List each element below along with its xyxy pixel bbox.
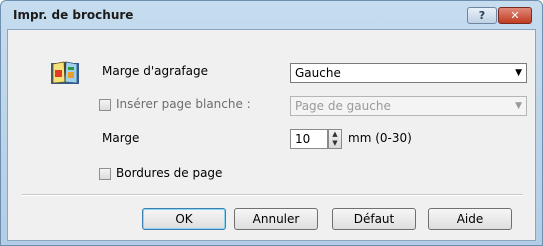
page-borders-label: Bordures de page	[116, 166, 223, 180]
default-button[interactable]: Défaut	[332, 208, 416, 230]
ok-button[interactable]: OK	[142, 208, 226, 230]
dialog-title: Impr. de brochure	[13, 8, 134, 22]
stapling-margin-select[interactable]: Gauche ▼	[290, 63, 527, 83]
brochure-dialog: Impr. de brochure ? ✕ Marge d'agrafage G…	[0, 0, 543, 246]
margin-unit-label: mm (0-30)	[348, 131, 412, 145]
chevron-down-icon: ▼	[515, 68, 522, 78]
page-borders-checkbox[interactable]	[99, 168, 111, 180]
margin-stepper[interactable]: ▲ ▼	[328, 129, 342, 149]
stepper-down-icon[interactable]: ▼	[329, 139, 341, 148]
stepper-up-icon[interactable]: ▲	[329, 130, 341, 139]
stapling-margin-label: Marge d'agrafage	[102, 64, 208, 78]
help-dialog-button[interactable]: Aide	[428, 208, 512, 230]
stapling-margin-value: Gauche	[295, 66, 341, 80]
margin-input[interactable]: 10	[290, 129, 328, 149]
title-bar[interactable]: Impr. de brochure ? ✕	[1, 1, 542, 29]
blank-page-position-value: Page de gauche	[295, 99, 391, 113]
insert-blank-page-label: Insérer page blanche :	[116, 97, 251, 111]
blank-page-position-select[interactable]: Page de gauche ▼	[290, 96, 527, 116]
insert-blank-page-checkbox[interactable]	[99, 99, 111, 111]
help-button[interactable]: ?	[467, 7, 497, 24]
close-button[interactable]: ✕	[498, 7, 532, 24]
brochure-book-icon	[51, 61, 79, 84]
cancel-button[interactable]: Annuler	[234, 208, 318, 230]
dialog-client-area: Marge d'agrafage Gauche ▼ Insérer page b…	[7, 29, 536, 241]
chevron-down-icon: ▼	[515, 101, 522, 111]
margin-label: Marge	[102, 131, 140, 145]
divider	[22, 194, 523, 196]
